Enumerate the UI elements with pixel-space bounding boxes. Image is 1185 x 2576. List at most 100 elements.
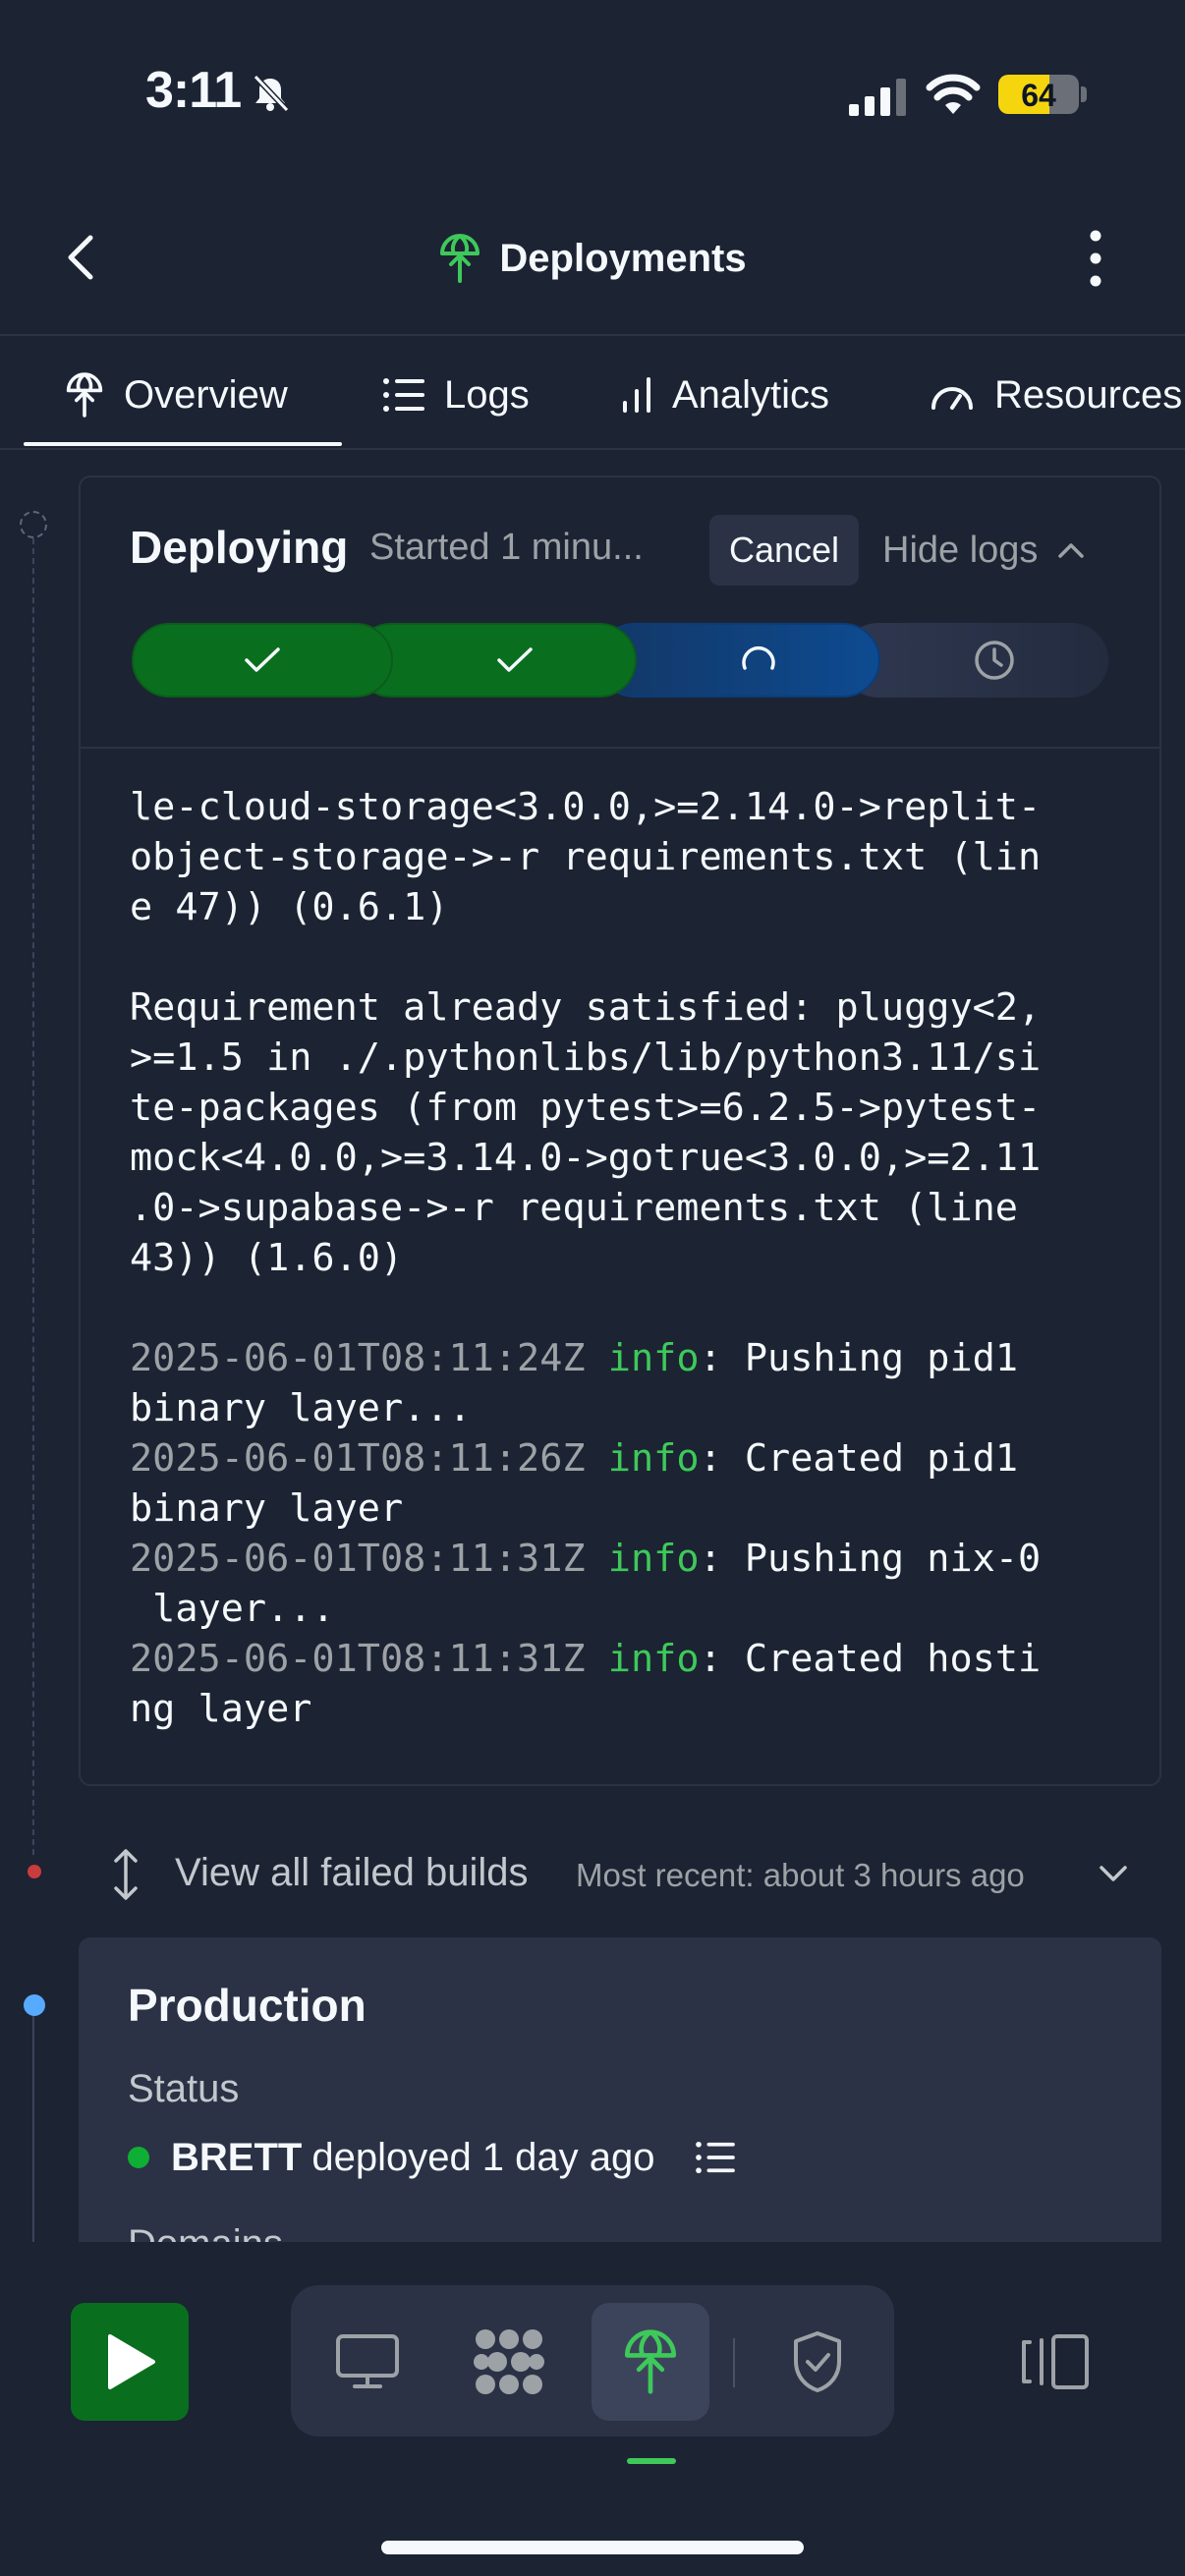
domains-label: Domains <box>128 2222 283 2242</box>
deployed-time: deployed 1 day ago <box>311 2135 655 2179</box>
page-header: Deployments <box>0 224 1185 293</box>
timeline-line <box>32 538 34 1855</box>
progress-step-pending <box>841 623 1108 698</box>
status-time: 3:11 <box>145 62 242 119</box>
log-entry: 2025-06-01T08:11:26Z info: Created pid1 <box>130 1433 1122 1484</box>
deployments-icon <box>66 372 103 418</box>
gauge-icon <box>931 387 973 410</box>
log-level: info <box>607 1436 700 1481</box>
log-line: >=1.5 in ./.pythonlibs/lib/python3.11/si <box>130 1036 1042 1080</box>
log-timestamp: 2025-06-01T08:11:24Z <box>130 1336 586 1380</box>
log-line: te-packages (from pytest>=6.2.5->pytest- <box>130 1086 1042 1130</box>
log-message: : Pushing nix-0 <box>699 1537 1042 1581</box>
log-message: : Created pid1 <box>699 1436 1019 1481</box>
deployments-tool[interactable] <box>592 2303 709 2421</box>
clock-icon <box>975 641 1014 680</box>
webview-tool[interactable] <box>309 2303 426 2421</box>
wifi-icon <box>926 74 981 114</box>
list-icon <box>383 378 424 412</box>
log-level: info <box>607 1537 700 1581</box>
list-icon[interactable] <box>695 2141 736 2174</box>
log-line: mock<4.0.0,>=3.14.0->gotrue<3.0.0,>=2.11 <box>130 1136 1042 1180</box>
log-line: 43)) (1.6.0) <box>130 1236 404 1280</box>
progress-step-active <box>597 623 880 698</box>
deployments-icon <box>624 2329 677 2394</box>
log-spacer <box>130 1283 1122 1333</box>
monitor-icon <box>336 2334 399 2388</box>
hide-logs-label: Hide logs <box>882 529 1039 571</box>
panel-switch-icon <box>1022 2334 1089 2389</box>
log-message: : Created hosti <box>699 1637 1042 1681</box>
tab-label: Analytics <box>672 372 830 417</box>
expand-vertical-icon <box>114 1849 138 1900</box>
timeline-node-failed <box>28 1865 41 1878</box>
home-indicator <box>381 2541 804 2554</box>
bell-slash-icon <box>253 74 290 113</box>
panel-switch-button[interactable] <box>996 2303 1114 2421</box>
deploy-status-title: Deploying <box>130 522 349 573</box>
tab-overview[interactable]: Overview <box>65 365 288 424</box>
log-line: .0->supabase->-r requirements.txt (line <box>130 1186 1018 1230</box>
production-title: Production <box>128 1980 367 2031</box>
failed-builds-label: View all failed builds <box>175 1851 529 1894</box>
run-button[interactable] <box>71 2303 189 2421</box>
tab-resources[interactable]: Resources <box>930 365 1182 424</box>
production-status: BRETT deployed 1 day ago <box>128 2128 736 2187</box>
log-spacer <box>130 932 1122 982</box>
battery-percent: 64 <box>1021 78 1056 113</box>
log-timestamp: 2025-06-01T08:11:31Z <box>130 1637 586 1681</box>
cancel-button[interactable]: Cancel <box>709 515 859 586</box>
log-entry: 2025-06-01T08:11:31Z info: Created hosti <box>130 1634 1122 1684</box>
deployer-name: BRETT <box>171 2135 303 2179</box>
timeline-line <box>32 2006 34 2242</box>
failed-builds-recent: Most recent: about 3 hours ago <box>576 1857 1025 1893</box>
log-line: binary layer <box>130 1486 404 1531</box>
check-icon <box>497 647 533 672</box>
log-line: ng layer <box>130 1687 312 1731</box>
status-dot <box>128 2147 149 2168</box>
deploy-started-time: Started 1 minu... <box>369 527 644 568</box>
deploy-progress <box>132 623 1108 698</box>
workspace-tool[interactable] <box>450 2303 568 2421</box>
chevron-up-icon <box>1058 543 1085 558</box>
failed-builds-row[interactable]: View all failed builds Most recent: abou… <box>106 1841 1148 1906</box>
tabs-divider <box>0 448 1185 450</box>
check-icon <box>245 647 280 672</box>
active-tool-indicator <box>627 2458 676 2464</box>
shield-check-icon <box>794 2331 841 2392</box>
status-label: Status <box>128 2067 240 2110</box>
bar-chart-icon <box>623 377 650 413</box>
tab-logs[interactable]: Logs <box>383 365 530 424</box>
log-entry: 2025-06-01T08:11:24Z info: Pushing pid1 <box>130 1333 1122 1383</box>
progress-step-done <box>354 623 637 698</box>
tab-bar: Overview Logs Analytics Resources <box>0 336 1185 448</box>
card-divider <box>81 747 1159 749</box>
play-icon <box>108 2334 155 2389</box>
timeline-node-pending <box>20 511 47 538</box>
more-vertical-icon[interactable] <box>1081 228 1110 289</box>
log-line: binary layer... <box>130 1386 472 1430</box>
log-line: Requirement already satisfied: pluggy<2, <box>130 985 1042 1030</box>
hide-logs-toggle[interactable]: Hide logs <box>882 525 1085 576</box>
log-line: e 47)) (0.6.1) <box>130 885 449 929</box>
log-timestamp: 2025-06-01T08:11:26Z <box>130 1436 586 1481</box>
chevron-down-icon <box>1100 1866 1127 1881</box>
log-line: le-cloud-storage<3.0.0,>=2.14.0->replit- <box>130 785 1042 829</box>
security-tool[interactable] <box>759 2303 876 2421</box>
log-timestamp: 2025-06-01T08:11:31Z <box>130 1537 586 1581</box>
spinner-icon <box>742 645 775 670</box>
progress-step-done <box>132 623 393 698</box>
log-output: le-cloud-storage<3.0.0,>=2.14.0->replit-… <box>130 782 1122 1734</box>
timeline-node-production <box>24 1994 45 2016</box>
tool-separator <box>733 2338 735 2387</box>
log-entry: 2025-06-01T08:11:31Z info: Pushing nix-0 <box>130 1534 1122 1584</box>
tab-label: Logs <box>444 372 530 417</box>
log-line: layer... <box>130 1587 335 1631</box>
deployments-icon <box>440 234 480 283</box>
log-level: info <box>607 1637 700 1681</box>
workspace-icon <box>474 2329 544 2394</box>
page-title: Deployments <box>499 236 747 280</box>
tab-analytics[interactable]: Analytics <box>621 365 829 424</box>
tab-label: Overview <box>124 372 288 417</box>
production-card[interactable]: Production Status BRETT deployed 1 day a… <box>79 1937 1161 2242</box>
